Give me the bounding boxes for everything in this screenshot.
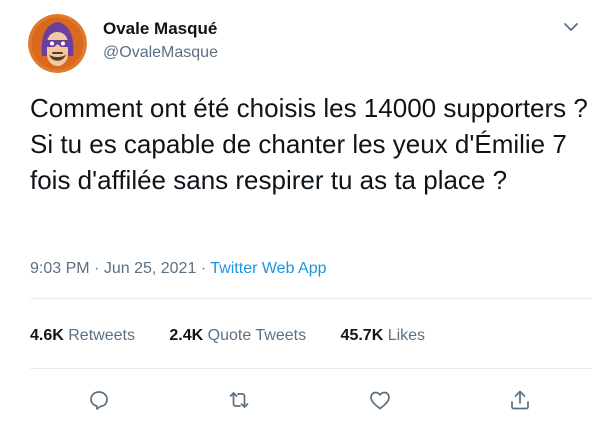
tweet-time[interactable]: 9:03 PM: [30, 260, 90, 277]
likes-count: 45.7K: [340, 327, 384, 344]
retweet-icon: [229, 392, 249, 408]
divider: [30, 298, 592, 299]
like-button[interactable]: [363, 383, 397, 417]
tweet-text: Comment ont été choisis les 14000 suppor…: [30, 93, 588, 195]
tweet-meta: 9:03 PM · Jun 25, 2021 · Twitter Web App: [30, 259, 327, 279]
retweets-label: Retweets: [68, 327, 135, 344]
divider: [30, 368, 592, 369]
quote-tweets-count: 2.4K: [169, 327, 204, 344]
author-handle[interactable]: @OvaleMasque: [103, 42, 218, 64]
likes-label: Likes: [387, 327, 426, 344]
chevron-down-icon: [564, 23, 578, 31]
reply-button[interactable]: [82, 383, 116, 417]
reply-icon: [90, 391, 108, 410]
tweet-date[interactable]: Jun 25, 2021: [104, 260, 197, 277]
tweet-actions-bar: [0, 383, 600, 417]
avatar[interactable]: [28, 14, 87, 73]
masked-face-avatar-image: [28, 14, 87, 73]
meta-separator: ·: [94, 260, 100, 277]
author-block: Ovale Masqué @OvaleMasque: [103, 18, 218, 64]
likes-stat[interactable]: 45.7K Likes: [341, 325, 426, 347]
more-options-button[interactable]: [560, 16, 582, 38]
tweet-stats: 4.6K Retweets 2.4K Quote Tweets 45.7K Li…: [30, 325, 455, 347]
share-icon: [511, 390, 529, 410]
retweets-count: 4.6K: [30, 327, 64, 344]
tweet-source-link[interactable]: Twitter Web App: [210, 260, 326, 277]
quote-tweets-stat[interactable]: 2.4K Quote Tweets: [169, 325, 306, 347]
retweets-stat[interactable]: 4.6K Retweets: [30, 325, 135, 347]
heart-icon: [370, 391, 390, 410]
share-button[interactable]: [503, 383, 537, 417]
quote-tweets-label: Quote Tweets: [207, 327, 307, 344]
author-display-name[interactable]: Ovale Masqué: [103, 18, 218, 40]
retweet-button[interactable]: [222, 383, 256, 417]
meta-separator: ·: [200, 260, 207, 277]
